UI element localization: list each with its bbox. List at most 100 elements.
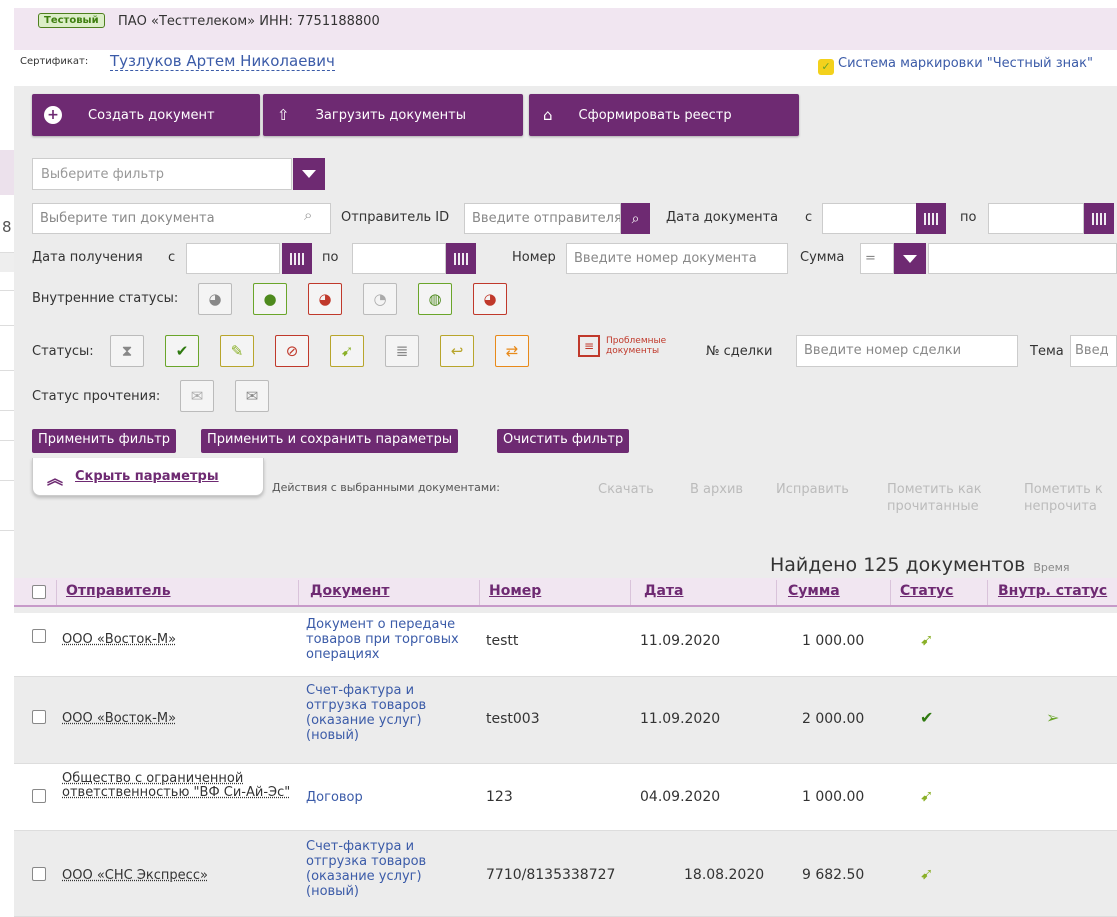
col-date[interactable]: Дата xyxy=(644,583,683,599)
row-number: test003 xyxy=(486,711,540,727)
recv-date-label: Дата получения xyxy=(32,250,143,265)
doc-date-to-label: по xyxy=(960,210,977,225)
col-status[interactable]: Статус xyxy=(900,583,953,599)
calendar-icon[interactable] xyxy=(282,243,312,274)
hourglass-icon[interactable]: ⧗ xyxy=(110,335,144,367)
opened-envelope-icon[interactable]: ✉ xyxy=(180,380,214,412)
left-panel-digit: 8 xyxy=(2,218,12,236)
test-badge: Тестовый xyxy=(38,13,105,28)
archive-action[interactable]: В архив xyxy=(690,481,743,498)
calendar-icon[interactable] xyxy=(446,243,476,274)
calendar-icon[interactable] xyxy=(1084,203,1114,234)
col-document[interactable]: Документ xyxy=(310,583,389,599)
problem-documents-link[interactable]: ≡ Проблемные документы xyxy=(578,335,676,357)
select-all-checkbox[interactable] xyxy=(32,585,46,599)
left-panel-divider xyxy=(0,440,14,441)
row-document-link[interactable]: Договор xyxy=(306,790,476,805)
chevron-down-icon xyxy=(903,254,917,263)
edit-icon[interactable]: ✎ xyxy=(220,335,254,367)
deal-input[interactable]: Введите номер сделки xyxy=(796,335,1018,367)
upload-icon: ⇧ xyxy=(277,106,290,124)
clear-filter-button[interactable]: Очистить фильтр xyxy=(497,429,630,453)
mark-read-action[interactable]: Пометить как прочитанные xyxy=(887,481,1007,515)
found-count: Найдено 125 документов Время xyxy=(770,554,1070,576)
internal-status-draft-icon[interactable]: ◔ xyxy=(363,283,397,315)
row-document-link[interactable]: Счет-фактура и отгрузка товаров (оказани… xyxy=(306,683,476,743)
search-icon[interactable]: ⌕ xyxy=(621,203,650,234)
row-number: 7710/8135338727 xyxy=(486,867,616,883)
apply-filter-button[interactable]: Применить фильтр xyxy=(32,429,176,453)
apply-save-filter-button[interactable]: Применить и сохранить параметры xyxy=(201,429,459,453)
hide-params-tab[interactable]: ︽ Скрыть параметры xyxy=(32,458,264,496)
sent-arrow-icon: ➹ xyxy=(920,630,934,649)
sum-input[interactable] xyxy=(928,243,1117,274)
selection-actions-label: Действия с выбранными документами: xyxy=(272,481,500,494)
left-panel-divider xyxy=(0,480,14,481)
search-icon[interactable]: ⌕ xyxy=(304,206,312,224)
row-document-link[interactable]: Счет-фактура и отгрузка товаров (оказани… xyxy=(306,839,476,899)
upload-documents-button[interactable]: ⇧ Загрузить документы xyxy=(263,94,523,136)
document-alert-icon: ≡ xyxy=(578,335,600,357)
internal-status-rejected-icon[interactable]: ◕ xyxy=(308,283,342,315)
internal-status-cancelled-icon[interactable]: ◕ xyxy=(473,283,507,315)
number-label: Номер xyxy=(512,250,556,265)
sum-operator-dropdown[interactable] xyxy=(894,243,926,274)
sent-arrow-icon: ➹ xyxy=(920,864,934,883)
sender-id-input[interactable]: Введите отправителя xyxy=(464,203,621,234)
check-icon[interactable]: ✔ xyxy=(165,335,199,367)
cert-name-link[interactable]: Тузлуков Артем Николаевич xyxy=(110,52,335,71)
row-sender-link[interactable]: ООО «СНС Экспресс» xyxy=(62,869,292,883)
sum-operator-select[interactable]: = xyxy=(860,243,894,274)
check-icon: ✔ xyxy=(920,708,934,727)
left-panel-divider xyxy=(0,325,14,326)
create-registry-button[interactable]: ⌂ Сформировать реестр xyxy=(529,94,799,136)
statuses-label: Статусы: xyxy=(32,344,94,359)
document-type-input[interactable]: Выберите тип документа xyxy=(32,203,331,234)
row-document-link[interactable]: Документ о передаче товаров при торговых… xyxy=(306,617,476,662)
fix-action[interactable]: Исправить xyxy=(776,481,849,498)
doc-date-label: Дата документа xyxy=(666,210,779,225)
read-status-label: Статус прочтения: xyxy=(32,389,161,404)
sent-arrow-icon[interactable]: ➹ xyxy=(330,335,364,367)
col-sum[interactable]: Сумма xyxy=(788,583,840,599)
col-sender[interactable]: Отправитель xyxy=(66,583,171,599)
row-checkbox[interactable] xyxy=(32,789,46,803)
exchange-icon[interactable]: ⇄ xyxy=(495,335,529,367)
recv-date-to-input[interactable] xyxy=(352,243,446,274)
row-sender-link[interactable]: ООО «Восток-М» xyxy=(62,633,292,647)
internal-status-approved-icon[interactable]: ● xyxy=(253,283,287,315)
filter-dropdown-button[interactable] xyxy=(293,158,325,190)
row-number: testt xyxy=(486,633,519,649)
row-checkbox[interactable] xyxy=(32,710,46,724)
forbidden-icon[interactable]: ⊘ xyxy=(275,335,309,367)
return-icon[interactable]: ↩ xyxy=(440,335,474,367)
col-internal-status[interactable]: Внутр. статус xyxy=(998,583,1107,599)
doc-date-from-input[interactable] xyxy=(822,203,918,234)
create-document-button[interactable]: + Создать документ xyxy=(32,94,260,136)
sender-id-label: Отправитель ID xyxy=(341,210,450,225)
calendar-icon[interactable] xyxy=(916,203,946,234)
internal-status-pending-icon[interactable]: ◕ xyxy=(198,283,232,315)
row-sender-link[interactable]: ООО «Восток-М» xyxy=(62,712,292,726)
doc-date-from-label: с xyxy=(805,210,813,225)
row-checkbox[interactable] xyxy=(32,629,46,643)
download-action[interactable]: Скачать xyxy=(598,481,654,498)
row-sum: 1 000.00 xyxy=(802,633,865,649)
doc-date-to-input[interactable] xyxy=(988,203,1084,234)
envelope-icon[interactable]: ✉ xyxy=(235,380,269,412)
row-sender-link[interactable]: Общество с ограниченной ответственностью… xyxy=(62,772,292,800)
recv-date-from-input[interactable] xyxy=(186,243,280,274)
mark-unread-action[interactable]: Пометить к непрочита xyxy=(1024,481,1117,515)
topic-input[interactable]: Введ xyxy=(1070,335,1117,367)
list-icon[interactable]: ≣ xyxy=(385,335,419,367)
filter-select[interactable]: Выберите фильтр xyxy=(32,158,292,190)
row-date: 11.09.2020 xyxy=(640,633,721,649)
left-panel-highlight xyxy=(0,150,14,195)
number-input[interactable]: Введите номер документа xyxy=(566,243,788,274)
marking-system-link[interactable]: ✓ Система маркировки "Честный знак" xyxy=(818,56,1093,75)
left-panel-divider xyxy=(0,290,14,291)
row-checkbox[interactable] xyxy=(32,867,46,881)
sum-label: Сумма xyxy=(800,250,845,265)
internal-status-progress-icon[interactable]: ◍ xyxy=(418,283,452,315)
col-number[interactable]: Номер xyxy=(489,583,541,599)
